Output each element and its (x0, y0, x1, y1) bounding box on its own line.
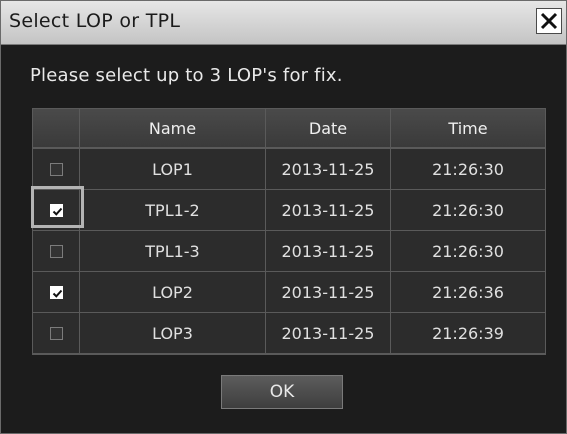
row-time[interactable]: 21:26:30 (391, 231, 545, 271)
row-name[interactable]: LOP1 (80, 149, 265, 189)
instruction-text: Please select up to 3 LOP's for fix. (30, 65, 343, 86)
row-time[interactable]: 21:26:36 (391, 272, 545, 312)
ok-button[interactable]: OK (221, 375, 343, 409)
row-checkbox-cell[interactable] (33, 231, 79, 271)
row-time[interactable]: 21:26:30 (391, 190, 545, 230)
row-date[interactable]: 2013-11-25 (266, 272, 390, 312)
row-checkbox[interactable] (49, 326, 63, 340)
row-date[interactable]: 2013-11-25 (266, 149, 390, 189)
dialog-title: Select LOP or TPL (9, 10, 181, 32)
row-checkbox-cell[interactable] (33, 272, 79, 312)
select-lop-dialog: Select LOP or TPL Please select up to 3 … (0, 0, 567, 434)
row-name[interactable]: TPL1-3 (80, 231, 265, 271)
row-date[interactable]: 2013-11-25 (266, 190, 390, 230)
header-name: Name (80, 109, 265, 147)
row-time[interactable]: 21:26:39 (391, 313, 545, 353)
row-checkbox[interactable] (49, 162, 63, 176)
row-name[interactable]: LOP2 (80, 272, 265, 312)
row-checkbox[interactable] (49, 244, 63, 258)
title-bar[interactable]: Select LOP or TPL (1, 1, 566, 45)
row-checkbox-cell[interactable] (33, 190, 79, 230)
header-time: Time (391, 109, 545, 147)
header-check-column (33, 109, 79, 147)
row-name[interactable]: LOP3 (80, 313, 265, 353)
row-date[interactable]: 2013-11-25 (266, 231, 390, 271)
close-icon (540, 12, 558, 30)
check-icon (52, 207, 62, 216)
lop-table: Name Date Time LOP1 2013-11-25 21:26:30 TPL1-2… (32, 108, 546, 355)
row-time[interactable]: 21:26:30 (391, 149, 545, 189)
row-checkbox-cell[interactable] (33, 313, 79, 353)
row-name[interactable]: TPL1-2 (80, 190, 265, 230)
dialog-body: Please select up to 3 LOP's for fix. Nam… (1, 45, 566, 433)
check-icon (52, 289, 62, 298)
close-button[interactable] (536, 8, 562, 34)
row-checkbox-cell[interactable] (33, 149, 79, 189)
row-checkbox[interactable] (49, 285, 63, 299)
row-date[interactable]: 2013-11-25 (266, 313, 390, 353)
row-checkbox[interactable] (49, 203, 63, 217)
header-date: Date (266, 109, 390, 147)
